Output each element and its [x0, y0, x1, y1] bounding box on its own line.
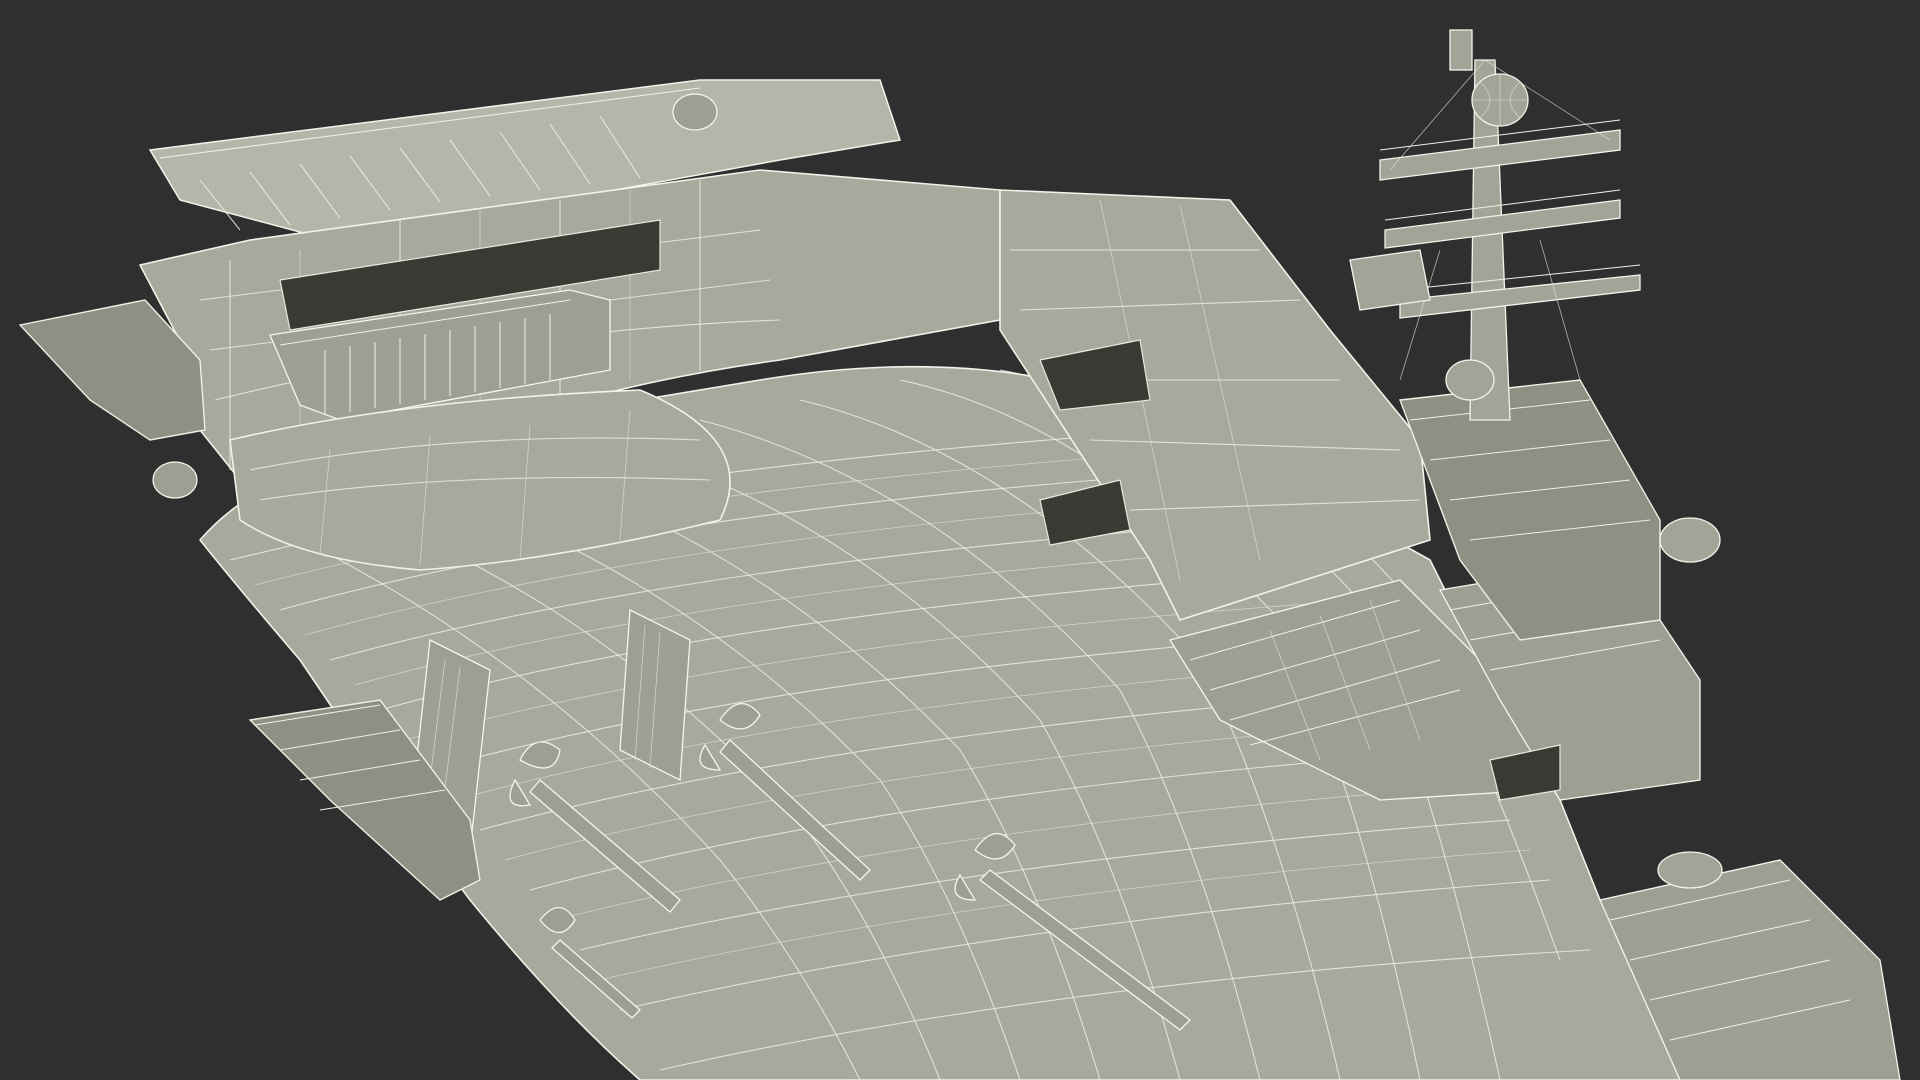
stern-radome — [672, 93, 718, 131]
radar-array-left — [1349, 249, 1431, 311]
aircraft-carrier-wireframe-render — [18, 29, 1901, 1080]
render-viewport — [0, 0, 1920, 1080]
satcom-dish-right — [1659, 517, 1721, 563]
mast-antenna-top — [1449, 29, 1473, 71]
port-sponson-radome — [152, 461, 198, 499]
radar-dome-small — [1445, 359, 1495, 401]
satcom-dish-lower — [1657, 851, 1723, 889]
